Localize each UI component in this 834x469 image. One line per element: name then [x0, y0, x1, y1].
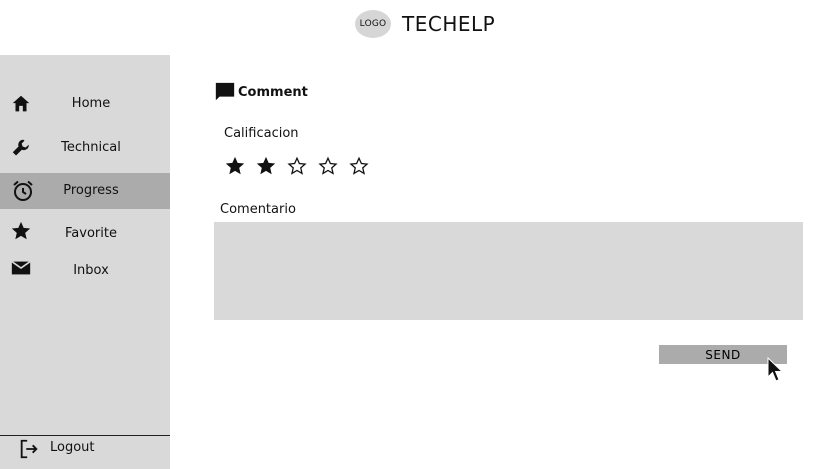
- sidebar-item-label: Inbox: [73, 263, 109, 278]
- star-3[interactable]: [286, 154, 317, 178]
- wrench-icon: [12, 139, 29, 156]
- logo: LOGO: [355, 10, 391, 38]
- section-title: Comment: [214, 82, 308, 102]
- alarm-clock-icon: [13, 180, 33, 201]
- sidebar-item-label: Progress: [63, 183, 119, 198]
- star-icon: [11, 221, 31, 240]
- star-rating[interactable]: [224, 154, 379, 178]
- sidebar-item-favorite[interactable]: Favorite: [0, 216, 170, 252]
- sidebar-item-technical[interactable]: Technical: [0, 130, 170, 166]
- sidebar-item-label: Technical: [61, 140, 121, 155]
- comment-label: Comentario: [220, 202, 296, 217]
- logout-icon: [20, 439, 38, 459]
- rating-label: Calificacion: [224, 126, 299, 141]
- star-filled-icon: [256, 156, 276, 175]
- sidebar-item-label: Favorite: [65, 226, 117, 241]
- section-title-text: Comment: [238, 84, 308, 100]
- comment-icon: [215, 82, 235, 101]
- envelope-icon: [11, 260, 31, 275]
- home-icon: [12, 95, 30, 112]
- star-outline-icon: [349, 156, 369, 175]
- app-title: TECHELP: [402, 12, 496, 36]
- sidebar-item-inbox[interactable]: Inbox: [0, 253, 170, 289]
- sidebar-item-home[interactable]: Home: [0, 86, 170, 122]
- mouse-cursor-icon: [767, 357, 784, 382]
- star-5[interactable]: [348, 154, 379, 178]
- star-outline-icon: [287, 156, 307, 175]
- star-2[interactable]: [255, 154, 286, 178]
- comment-textarea[interactable]: [214, 222, 803, 320]
- star-filled-icon: [225, 156, 245, 175]
- sidebar-item-label: Home: [71, 96, 111, 111]
- star-4[interactable]: [317, 154, 348, 178]
- star-1[interactable]: [224, 154, 255, 178]
- star-outline-icon: [318, 156, 338, 175]
- header: LOGO TECHELP: [0, 0, 834, 52]
- logout-button[interactable]: Logout: [8, 430, 128, 466]
- sidebar: Home Technical Progress Favorite Inbox L…: [0, 55, 170, 469]
- logout-label: Logout: [50, 440, 95, 455]
- sidebar-item-progress[interactable]: Progress: [0, 173, 170, 209]
